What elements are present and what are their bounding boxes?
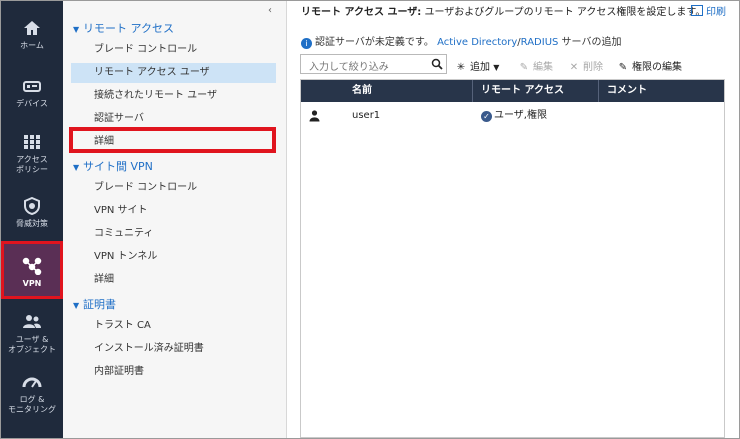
shield-icon xyxy=(24,197,40,215)
cell-name: user1 xyxy=(352,110,381,121)
info-message: i 認証サーバが未定義です。 Active Directory/RADIUS サー… xyxy=(301,33,621,49)
tree-item-internal-cert[interactable]: 内部証明書 xyxy=(94,362,144,382)
caret-down-icon: ▼ xyxy=(73,163,80,172)
caret-down-icon: ▼ xyxy=(73,25,80,34)
col-comment[interactable]: コメント xyxy=(607,80,647,102)
tree-item-blade-control[interactable]: ブレード コントロール xyxy=(94,40,197,60)
tree-item-vpn-sites[interactable]: VPN サイト xyxy=(94,201,148,221)
edit-label: 編集 xyxy=(533,62,553,73)
tree-item-installed-certs[interactable]: インストール済み証明書 xyxy=(94,339,204,359)
grid-icon xyxy=(24,135,40,149)
tree-group-remote-access[interactable]: ▼ リモート アクセス xyxy=(73,20,174,36)
info-icon: i xyxy=(301,38,312,49)
left-nav: ホーム デバイス アクセス ポリシー 脅威対策 VPN ユーザ & オブジェクト… xyxy=(1,1,63,438)
nav-users-label: ユーザ & オブジェクト xyxy=(8,335,56,354)
pencil-icon: ✎ xyxy=(618,62,628,73)
tree-item-connected-users[interactable]: 接続されたリモート ユーザ xyxy=(94,86,217,106)
title-strong: リモート アクセス ユーザ: xyxy=(301,7,422,18)
table-row[interactable]: user1 ✓ ユーザ,権限 xyxy=(301,106,724,126)
nav-access-policy[interactable]: アクセス ポリシー xyxy=(1,133,63,175)
print-label: 印刷 xyxy=(706,7,726,18)
add-button[interactable]: ✳ 追加 ▼ xyxy=(456,58,500,73)
nav-vpn[interactable]: VPN xyxy=(1,241,63,299)
print-icon xyxy=(691,5,703,16)
main-content: リモート アクセス ユーザ: ユーザおよびグループのリモート アクセス権限を設定… xyxy=(287,1,739,438)
delete-button[interactable]: ✕ 削除 xyxy=(569,58,603,73)
collapse-panel-icon[interactable]: ‹ xyxy=(268,5,272,16)
tree-item-remote-access-users[interactable]: リモート アクセス ユーザ xyxy=(71,63,276,83)
highlight-box xyxy=(69,127,276,153)
page-title: リモート アクセス ユーザ: ユーザおよびグループのリモート アクセス権限を設定… xyxy=(301,3,705,18)
users-icon xyxy=(23,315,41,328)
pencil-icon: ✎ xyxy=(519,62,529,73)
user-icon xyxy=(309,106,320,126)
radius-link[interactable]: RADIUS xyxy=(521,37,559,48)
nav-home[interactable]: ホーム xyxy=(1,19,63,51)
nav-threat-label: 脅威対策 xyxy=(16,219,48,228)
add-label: 追加 xyxy=(470,62,490,73)
remote-access-value: ユーザ,権限 xyxy=(494,110,547,121)
group-label: サイト間 VPN xyxy=(83,160,153,173)
nav-logs-label: ログ & モニタリング xyxy=(8,395,56,414)
nav-access-policy-label: アクセス ポリシー xyxy=(16,155,48,174)
users-table: 名前 リモート アクセス コメント user1 ✓ ユーザ,権限 xyxy=(300,79,725,438)
table-header: 名前 リモート アクセス コメント xyxy=(301,80,724,102)
nav-users-objects[interactable]: ユーザ & オブジェクト xyxy=(1,313,63,355)
tree-item-auth-servers[interactable]: 認証サーバ xyxy=(94,109,144,129)
vpn-tree-panel: ‹ ▼ リモート アクセス ブレード コントロール リモート アクセス ユーザ 接… xyxy=(63,1,287,438)
tree-item-s2s-blade-control[interactable]: ブレード コントロール xyxy=(94,178,197,198)
nav-home-label: ホーム xyxy=(20,41,44,50)
filter-search xyxy=(300,54,447,77)
filter-input[interactable] xyxy=(307,58,429,77)
nav-vpn-label: VPN xyxy=(22,279,42,288)
info-text: 認証サーバが未定義です。 xyxy=(315,37,434,48)
delete-x-icon: ✕ xyxy=(569,62,579,73)
nav-devices[interactable]: デバイス xyxy=(1,77,63,109)
edit-perm-label: 権限の編集 xyxy=(632,62,682,73)
gauge-icon xyxy=(22,377,42,388)
info-tail: サーバの追加 xyxy=(558,37,622,48)
group-label: 証明書 xyxy=(83,298,116,311)
remote-access-check-icon: ✓ xyxy=(481,111,492,122)
group-label: リモート アクセス xyxy=(83,22,174,35)
col-remote-access[interactable]: リモート アクセス xyxy=(481,80,564,102)
tree-item-community[interactable]: コミュニティ xyxy=(94,224,153,244)
dropdown-caret-icon: ▼ xyxy=(493,63,500,72)
add-star-icon: ✳ xyxy=(456,62,466,73)
col-name[interactable]: 名前 xyxy=(352,80,372,102)
col-divider xyxy=(598,80,599,102)
search-icon[interactable] xyxy=(431,58,443,70)
nav-logs-monitoring[interactable]: ログ & モニタリング xyxy=(1,373,63,415)
nav-devices-label: デバイス xyxy=(16,99,48,108)
active-directory-link[interactable]: Active Directory xyxy=(437,37,517,48)
vpn-network-icon xyxy=(22,257,42,275)
col-divider xyxy=(472,80,473,102)
delete-label: 削除 xyxy=(583,62,603,73)
edit-button[interactable]: ✎ 編集 xyxy=(519,58,553,73)
tree-item-vpn-tunnel[interactable]: VPN トンネル xyxy=(94,247,157,267)
edit-permissions-button[interactable]: ✎ 権限の編集 xyxy=(618,58,682,73)
caret-down-icon: ▼ xyxy=(73,301,80,310)
tree-group-certificates[interactable]: ▼ 証明書 xyxy=(73,296,116,312)
nav-threat-prevention[interactable]: 脅威対策 xyxy=(1,197,63,229)
title-desc: ユーザおよびグループのリモート アクセス権限を設定します。 xyxy=(421,7,706,18)
tree-item-trusted-ca[interactable]: トラスト CA xyxy=(94,316,151,336)
cell-remote-access: ✓ ユーザ,権限 xyxy=(481,106,547,126)
home-icon xyxy=(24,21,40,35)
tree-item-s2s-advanced[interactable]: 詳細 xyxy=(94,270,114,290)
app-window: ホーム デバイス アクセス ポリシー 脅威対策 VPN ユーザ & オブジェクト… xyxy=(0,0,740,439)
tree-group-site-to-site[interactable]: ▼ サイト間 VPN xyxy=(73,158,153,174)
device-icon xyxy=(23,81,41,92)
print-button[interactable]: 印刷 xyxy=(691,3,726,18)
